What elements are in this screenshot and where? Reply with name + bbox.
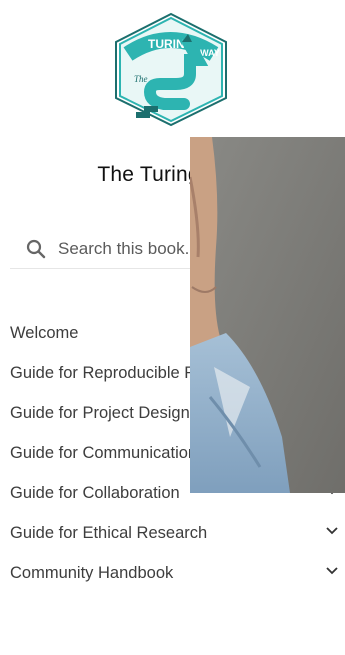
search-icon xyxy=(26,239,46,259)
video-overlay[interactable] xyxy=(190,137,345,493)
sidebar-item-label: Community Handbook xyxy=(10,564,174,582)
sidebar-item-ethical-research[interactable]: Guide for Ethical Research xyxy=(10,518,340,549)
sidebar-item-label: Guide for Ethical Research xyxy=(10,524,208,542)
logo-text-the: The xyxy=(134,74,148,84)
chevron-down-icon[interactable] xyxy=(326,526,338,536)
turing-way-logo: TURING WAY The xyxy=(115,12,227,127)
sidebar-item-community-handbook[interactable]: Community Handbook xyxy=(10,558,340,589)
logo-text-way: WAY xyxy=(200,48,220,58)
chevron-down-icon[interactable] xyxy=(326,566,338,576)
